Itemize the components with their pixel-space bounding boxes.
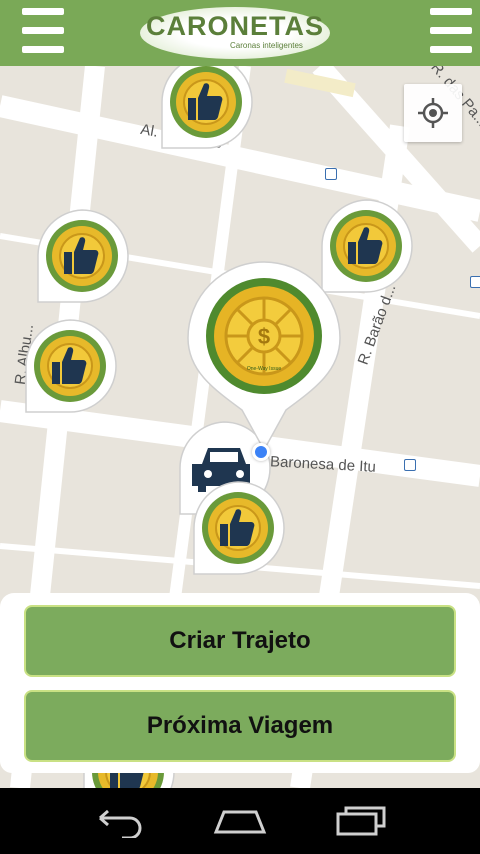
thumbs-up-icon xyxy=(192,481,285,575)
destination-coin-marker[interactable]: $ One-Way Issue xyxy=(186,260,342,460)
locate-me-button[interactable] xyxy=(404,84,462,142)
bus-stop-icon xyxy=(325,168,337,180)
action-panel: Criar Trajeto Próxima Viagem xyxy=(0,593,480,773)
dollar-coin-icon: $ xyxy=(187,261,341,452)
ride-marker-thumbs-up[interactable] xyxy=(34,209,130,306)
system-nav-bar xyxy=(0,788,480,854)
menu-right-icon[interactable] xyxy=(430,8,472,56)
recent-apps-icon[interactable] xyxy=(330,802,390,838)
menu-left-icon[interactable] xyxy=(22,8,64,56)
ride-marker-thumbs-up[interactable] xyxy=(22,319,118,416)
ride-marker-thumbs-up[interactable] xyxy=(190,481,286,578)
next-trip-button[interactable]: Próxima Viagem xyxy=(24,690,456,762)
thumbs-up-icon xyxy=(24,319,118,413)
crosshair-locate-icon xyxy=(418,98,448,128)
bus-stop-icon xyxy=(470,276,480,288)
bus-stop-icon xyxy=(404,459,416,471)
home-icon[interactable] xyxy=(210,802,270,838)
logo-tagline: Caronas inteligentes xyxy=(230,41,303,50)
thumbs-up-icon xyxy=(36,209,129,303)
app-header: CARONETAS Caronas inteligentes xyxy=(0,0,480,66)
app-logo: CARONETAS Caronas inteligentes xyxy=(140,5,330,61)
thumbs-up-icon xyxy=(160,66,253,149)
coin-marker-caption: One-Way Issue xyxy=(246,366,282,372)
svg-text:$: $ xyxy=(258,324,270,349)
user-location-dot xyxy=(252,443,270,461)
ride-marker-thumbs-up[interactable] xyxy=(158,66,254,152)
logo-text: CARONETAS xyxy=(145,11,324,41)
back-icon[interactable] xyxy=(90,802,150,840)
create-route-button[interactable]: Criar Trajeto xyxy=(24,605,456,677)
